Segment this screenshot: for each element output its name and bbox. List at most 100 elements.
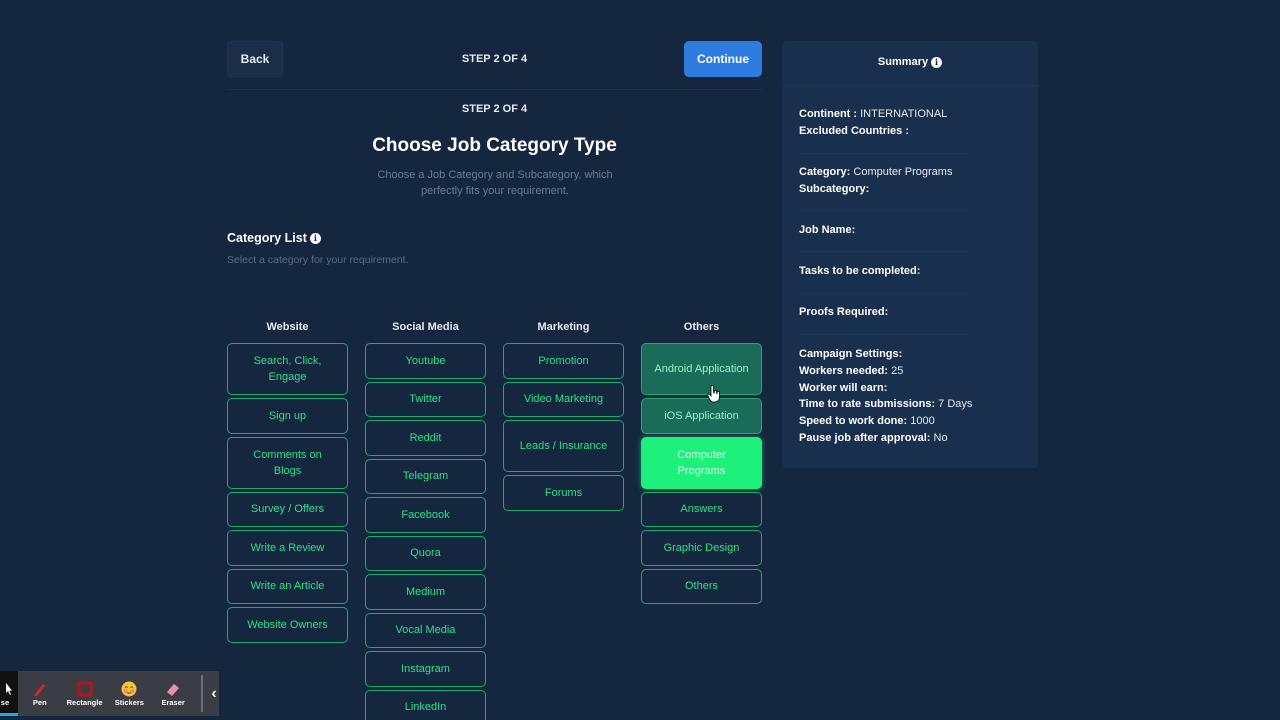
category-item[interactable]: Answers [641, 491, 762, 527]
pen-icon [32, 680, 48, 698]
category-item-hovered[interactable]: Android Application [641, 343, 762, 395]
tool-stickers[interactable]: Stickers [107, 671, 151, 716]
pause-label: Pause job after approval: [799, 431, 931, 444]
annotation-toolbar: se Pen Rectangle Stickers Eraser ‹ [0, 671, 219, 716]
category-item[interactable]: Write a Review [227, 530, 348, 566]
category-item[interactable]: Facebook [365, 497, 486, 533]
continue-button[interactable]: Continue [684, 41, 762, 77]
tool-label: se [0, 698, 10, 707]
summary-heading: Summary i [782, 56, 1038, 68]
category-item[interactable]: Comments on Blogs [227, 436, 348, 489]
category-column-social-media: Social Media Youtube Twitter Reddit Tele… [365, 321, 486, 720]
summary-proofs: Proofs Required: [799, 304, 888, 321]
category-item[interactable]: Survey / Offers [227, 491, 348, 527]
summary-divider [799, 293, 969, 294]
page-description: Choose a Job Category and Subcategory, w… [377, 169, 613, 197]
summary-divider [782, 85, 1038, 86]
category-column-others: Others Android Application iOS Applicati… [641, 321, 762, 607]
column-heading: Website [266, 321, 309, 333]
category-item[interactable]: Reddit [365, 420, 486, 456]
column-heading: Marketing [537, 321, 590, 333]
step-subtitle: STEP 2 OF 4 [461, 103, 528, 115]
category-item[interactable]: Write an Article [227, 568, 348, 604]
job-name-label: Job Name: [799, 224, 856, 236]
speed-label: Speed to work done: [799, 415, 908, 428]
category-item[interactable]: Website Owners [227, 607, 348, 643]
summary-divider [799, 210, 969, 211]
rate-label: Time to rate submissions: [799, 398, 936, 411]
step-header: STEP 2 OF 4 Back Continue [227, 41, 762, 77]
category-list-title: Category List [227, 231, 307, 245]
summary-divider [799, 153, 969, 154]
category-item[interactable]: Youtube [365, 343, 486, 379]
rate-value: 7 Days [938, 398, 973, 411]
category-item-selected[interactable]: Computer Programs [641, 436, 762, 489]
tool-rectangle[interactable]: Rectangle [62, 671, 108, 716]
eraser-icon [165, 680, 181, 698]
category-item-hovered[interactable]: iOS Application [641, 398, 762, 434]
category-label: Category: [799, 166, 851, 178]
pause-value: No [933, 431, 948, 444]
tasks-label: Tasks to be completed: [799, 265, 921, 277]
category-item[interactable]: Forums [503, 475, 624, 511]
info-icon[interactable]: i [309, 232, 321, 244]
category-item[interactable]: LinkedIn [365, 689, 486, 720]
mouse-icon [5, 680, 12, 698]
summary-campaign-settings: Campaign Settings: Workers needed: 25 Wo… [799, 346, 972, 447]
category-item[interactable]: Others [641, 568, 762, 604]
tool-label: Stickers [114, 698, 144, 707]
category-item[interactable]: Vocal Media [365, 612, 486, 648]
category-item[interactable]: Instagram [365, 651, 486, 687]
collapse-toolbar-button[interactable]: ‹ [209, 671, 219, 716]
summary-panel: Summary i Continent : INTERNATIONAL Excl… [782, 41, 1038, 468]
category-item[interactable]: Twitter [365, 381, 486, 417]
summary-location: Continent : INTERNATIONAL Excluded Count… [799, 106, 947, 140]
proofs-label: Proofs Required: [799, 306, 889, 318]
category-list-subtitle: Select a category for your requirement. [227, 254, 409, 266]
tool-label: Rectangle [66, 698, 103, 707]
info-icon[interactable]: i [931, 56, 943, 68]
page-title: Choose Job Category Type [372, 135, 617, 156]
category-item[interactable]: Search, Click, Engage [227, 343, 348, 395]
category-item[interactable]: Quora [365, 535, 486, 571]
category-value: Computer Programs [853, 166, 953, 178]
continent-value: INTERNATIONAL [860, 108, 948, 120]
column-heading: Social Media [392, 321, 459, 333]
column-heading: Others [683, 321, 720, 333]
rectangle-icon [77, 680, 93, 698]
category-list-heading: Category List i [227, 231, 321, 245]
excluded-countries-label: Excluded Countries : [799, 124, 910, 137]
workers-value: 25 [891, 364, 904, 377]
step-indicator: STEP 2 OF 4 [461, 53, 528, 65]
summary-title: Summary [877, 56, 929, 68]
header-divider [227, 89, 762, 90]
category-item[interactable]: Sign up [227, 398, 348, 434]
subcategory-label: Subcategory: [799, 182, 870, 195]
tool-label: Eraser [161, 698, 185, 707]
tool-pen[interactable]: Pen [18, 671, 62, 716]
tool-label: Pen [32, 698, 47, 707]
chevron-left-icon: ‹ [211, 684, 217, 702]
category-item[interactable]: Telegram [365, 458, 486, 494]
summary-job-name: Job Name: [799, 222, 855, 239]
summary-category: Category: Computer Programs Subcategory: [799, 164, 952, 198]
category-item[interactable]: Leads / Insurance [503, 420, 624, 472]
workers-label: Workers needed: [799, 364, 889, 377]
sticker-icon [121, 680, 137, 698]
summary-divider [799, 334, 969, 335]
summary-tasks: Tasks to be completed: [799, 263, 920, 280]
category-item[interactable]: Medium [365, 574, 486, 610]
category-column-website: Website Search, Click, Engage Sign up Co… [227, 321, 348, 646]
category-item[interactable]: Promotion [503, 343, 624, 379]
continent-label: Continent : [799, 108, 858, 120]
category-item[interactable]: Graphic Design [641, 530, 762, 566]
earn-label: Worker will earn: [799, 381, 888, 394]
campaign-settings-label: Campaign Settings: [799, 348, 903, 360]
summary-divider [799, 251, 969, 252]
tool-eraser[interactable]: Eraser [151, 671, 195, 716]
speed-value: 1000 [910, 415, 935, 428]
toolbar-separator [201, 675, 204, 712]
back-button[interactable]: Back [227, 41, 283, 77]
tool-mouse[interactable]: se [0, 671, 18, 716]
category-item[interactable]: Video Marketing [503, 381, 624, 417]
